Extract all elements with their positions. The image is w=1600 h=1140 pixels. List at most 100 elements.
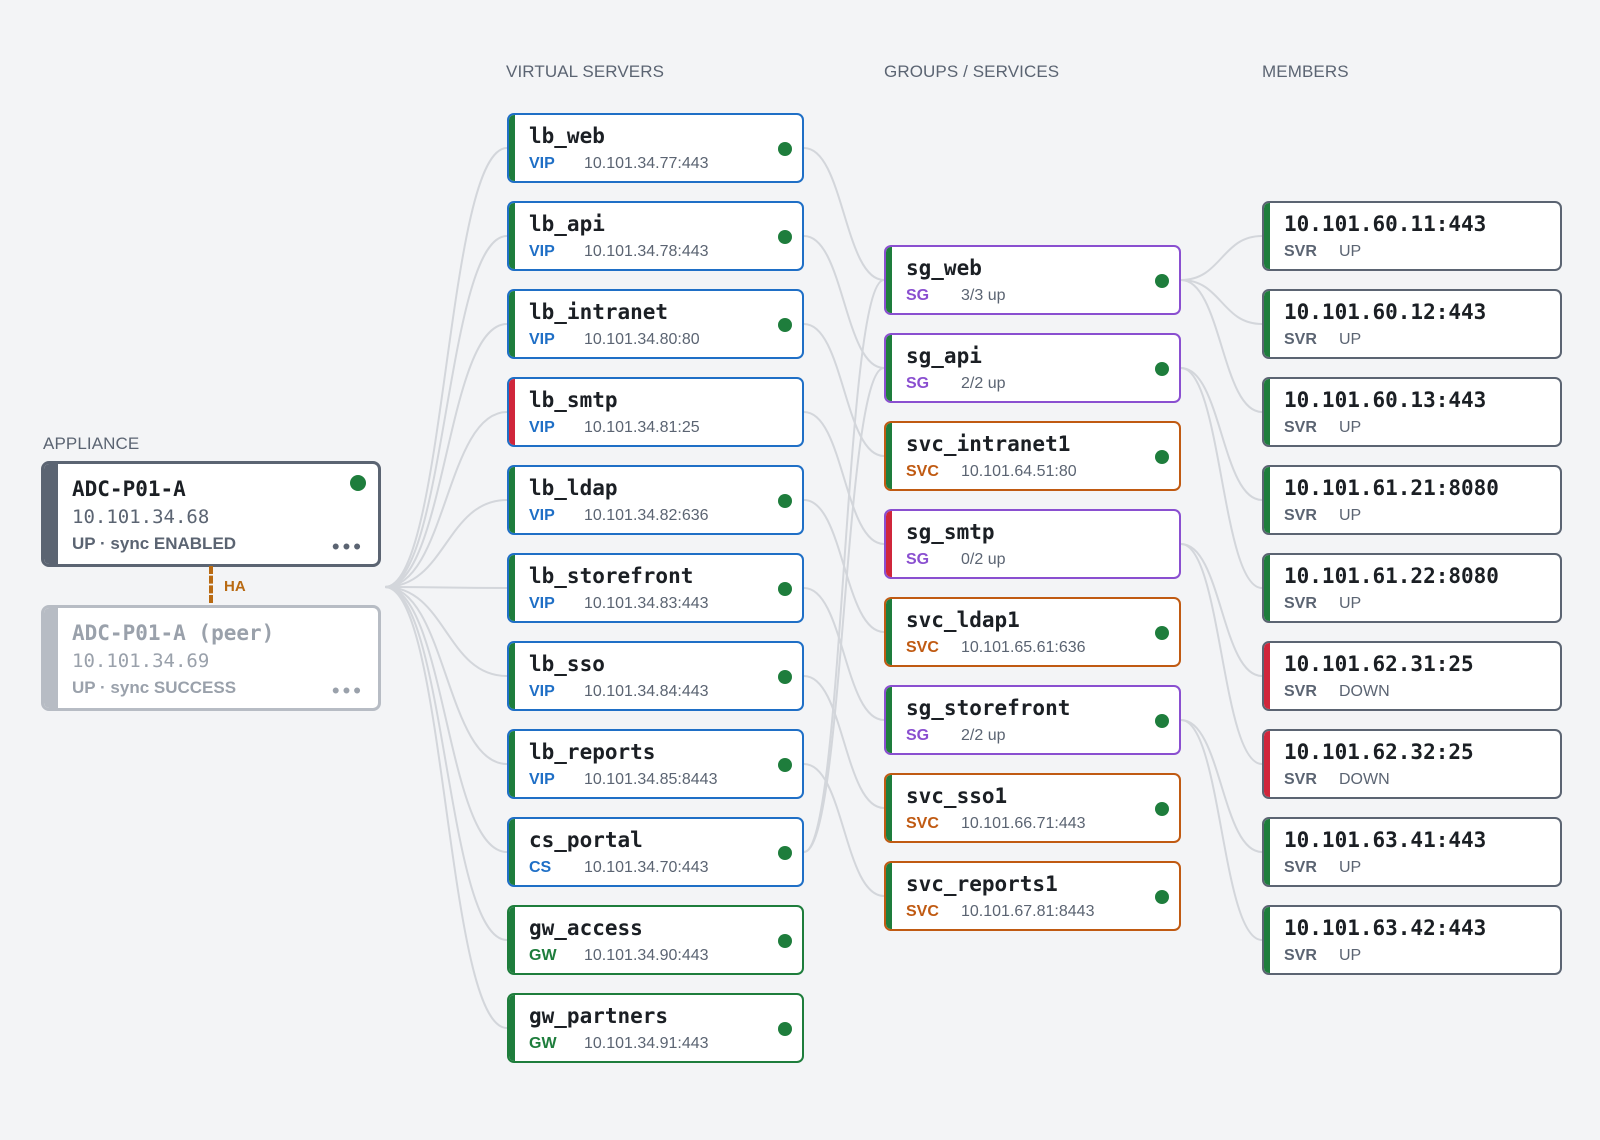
- appliance-stripe: [44, 464, 58, 564]
- mem-node-10-101-62-31-25[interactable]: 10.101.62.31:25 SVR DOWN: [1262, 641, 1562, 711]
- more-options-icon[interactable]: •••: [332, 536, 364, 558]
- status-stripe: [509, 555, 515, 621]
- vs-node-gw-access[interactable]: gw_access GW 10.101.34.90:443: [507, 905, 804, 975]
- link-group-to-member: [1180, 543, 1263, 765]
- node-detail: 10.101.34.85:8443: [584, 771, 718, 788]
- mem-node-10-101-63-42-443[interactable]: 10.101.63.42:443 SVR UP: [1262, 905, 1562, 975]
- node-name: lb_reports: [529, 740, 656, 764]
- mem-node-10-101-60-13-443[interactable]: 10.101.60.13:443 SVR UP: [1262, 377, 1562, 447]
- node-name: 10.101.61.22:8080: [1284, 564, 1499, 588]
- appliance-status: UP · sync SUCCESS: [72, 678, 237, 697]
- grp-node-svc-intranet1[interactable]: svc_intranet1 SVC 10.101.64.51:80: [884, 421, 1181, 491]
- vs-node-lb-web[interactable]: lb_web VIP 10.101.34.77:443: [507, 113, 804, 183]
- status-stripe: [1264, 731, 1270, 797]
- node-type-badge: VIP: [529, 771, 555, 788]
- node-detail: 10.101.34.78:443: [584, 243, 709, 260]
- node-detail: 3/3 up: [961, 287, 1006, 304]
- status-dot: [778, 230, 792, 244]
- vs-node-lb-reports[interactable]: lb_reports VIP 10.101.34.85:8443: [507, 729, 804, 799]
- node-type-badge: SVC: [906, 903, 939, 920]
- status-stripe: [509, 907, 515, 973]
- node-type-badge: SVC: [906, 463, 939, 480]
- column-title-groups-services: GROUPS / SERVICES: [884, 62, 1060, 81]
- link-vs-to-group: [803, 323, 885, 457]
- node-name: lb_web: [529, 124, 605, 148]
- node-name: 10.101.62.31:25: [1284, 652, 1474, 676]
- ha-label: HA: [224, 578, 246, 595]
- node-detail: UP: [1339, 947, 1362, 964]
- node-name: 10.101.60.12:443: [1284, 300, 1487, 324]
- vs-node-lb-intranet[interactable]: lb_intranet VIP 10.101.34.80:80: [507, 289, 804, 359]
- grp-node-sg-storefront[interactable]: sg_storefront SG 2/2 up: [884, 685, 1181, 755]
- status-stripe: [1264, 291, 1270, 357]
- node-name: 10.101.60.13:443: [1284, 388, 1487, 412]
- node-type-badge: VIP: [529, 507, 555, 524]
- link-appliance-to-vs: [384, 586, 508, 765]
- mem-node-10-101-61-21-8080[interactable]: 10.101.61.21:8080 SVR UP: [1262, 465, 1562, 535]
- node-name: svc_sso1: [906, 784, 1008, 808]
- status-dot: [1155, 802, 1169, 816]
- node-name: sg_smtp: [906, 520, 995, 544]
- vs-node-lb-storefront[interactable]: lb_storefront VIP 10.101.34.83:443: [507, 553, 804, 623]
- node-type-badge: SVC: [906, 815, 939, 832]
- status-dot: [778, 934, 792, 948]
- link-vs-to-group: [803, 367, 885, 853]
- link-group-to-member: [1180, 279, 1263, 325]
- node-type-badge: SVR: [1284, 771, 1317, 788]
- link-appliance-to-vs: [384, 147, 508, 588]
- status-stripe: [886, 775, 892, 841]
- node-type-badge: VIP: [529, 419, 555, 436]
- vs-node-cs-portal[interactable]: cs_portal CS 10.101.34.70:443: [507, 817, 804, 887]
- status-dot: [1155, 890, 1169, 904]
- mem-node-10-101-63-41-443[interactable]: 10.101.63.41:443 SVR UP: [1262, 817, 1562, 887]
- status-stripe: [1264, 555, 1270, 621]
- appliance-primary-card[interactable]: ADC-P01-A 10.101.34.68 UP · sync ENABLED…: [41, 461, 381, 567]
- node-name: lb_intranet: [529, 300, 669, 324]
- more-options-icon[interactable]: •••: [332, 680, 364, 702]
- status-stripe: [509, 819, 515, 885]
- vs-node-gw-partners[interactable]: gw_partners GW 10.101.34.91:443: [507, 993, 804, 1063]
- link-vs-to-group: [803, 147, 885, 281]
- vs-node-lb-ldap[interactable]: lb_ldap VIP 10.101.34.82:636: [507, 465, 804, 535]
- node-name: 10.101.61.21:8080: [1284, 476, 1499, 500]
- status-dot: [778, 142, 792, 156]
- status-stripe: [1264, 907, 1270, 973]
- node-type-badge: VIP: [529, 243, 555, 260]
- appliance-stripe: [44, 608, 58, 708]
- topology-canvas: APPLIANCE VIRTUAL SERVERS GROUPS / SERVI…: [0, 0, 1600, 1140]
- appliance-peer-card[interactable]: ADC-P01-A (peer) 10.101.34.69 UP · sync …: [41, 605, 381, 711]
- vs-node-lb-smtp[interactable]: lb_smtp VIP 10.101.34.81:25: [507, 377, 804, 447]
- link-appliance-to-vs: [384, 586, 508, 941]
- grp-node-svc-reports1[interactable]: svc_reports1 SVC 10.101.67.81:8443: [884, 861, 1181, 931]
- node-detail: 2/2 up: [961, 375, 1006, 392]
- mem-node-10-101-60-12-443[interactable]: 10.101.60.12:443 SVR UP: [1262, 289, 1562, 359]
- vs-node-lb-api[interactable]: lb_api VIP 10.101.34.78:443: [507, 201, 804, 271]
- vs-node-lb-sso[interactable]: lb_sso VIP 10.101.34.84:443: [507, 641, 804, 711]
- grp-node-sg-web[interactable]: sg_web SG 3/3 up: [884, 245, 1181, 315]
- grp-node-svc-ldap1[interactable]: svc_ldap1 SVC 10.101.65.61:636: [884, 597, 1181, 667]
- link-appliance-to-vs: [384, 235, 508, 588]
- node-type-badge: SVR: [1284, 243, 1317, 260]
- status-stripe: [1264, 643, 1270, 709]
- grp-node-sg-smtp[interactable]: sg_smtp SG 0/2 up: [884, 509, 1181, 579]
- status-stripe: [886, 687, 892, 753]
- node-type-badge: SVR: [1284, 419, 1317, 436]
- status-stripe: [886, 335, 892, 401]
- mem-node-10-101-62-32-25[interactable]: 10.101.62.32:25 SVR DOWN: [1262, 729, 1562, 799]
- status-stripe: [886, 599, 892, 665]
- mem-node-10-101-61-22-8080[interactable]: 10.101.61.22:8080 SVR UP: [1262, 553, 1562, 623]
- node-name: svc_reports1: [906, 872, 1058, 896]
- status-dot: [778, 494, 792, 508]
- node-detail: 10.101.65.61:636: [961, 639, 1086, 656]
- ha-link-line: [209, 566, 213, 603]
- status-dot: [778, 318, 792, 332]
- column-title-members: MEMBERS: [1262, 62, 1349, 81]
- mem-node-10-101-60-11-443[interactable]: 10.101.60.11:443 SVR UP: [1262, 201, 1562, 271]
- grp-node-svc-sso1[interactable]: svc_sso1 SVC 10.101.66.71:443: [884, 773, 1181, 843]
- node-detail: UP: [1339, 243, 1362, 260]
- status-stripe: [509, 643, 515, 709]
- grp-node-sg-api[interactable]: sg_api SG 2/2 up: [884, 333, 1181, 403]
- node-type-badge: GW: [529, 947, 557, 964]
- node-detail: DOWN: [1339, 683, 1390, 700]
- status-dot: [1155, 274, 1169, 288]
